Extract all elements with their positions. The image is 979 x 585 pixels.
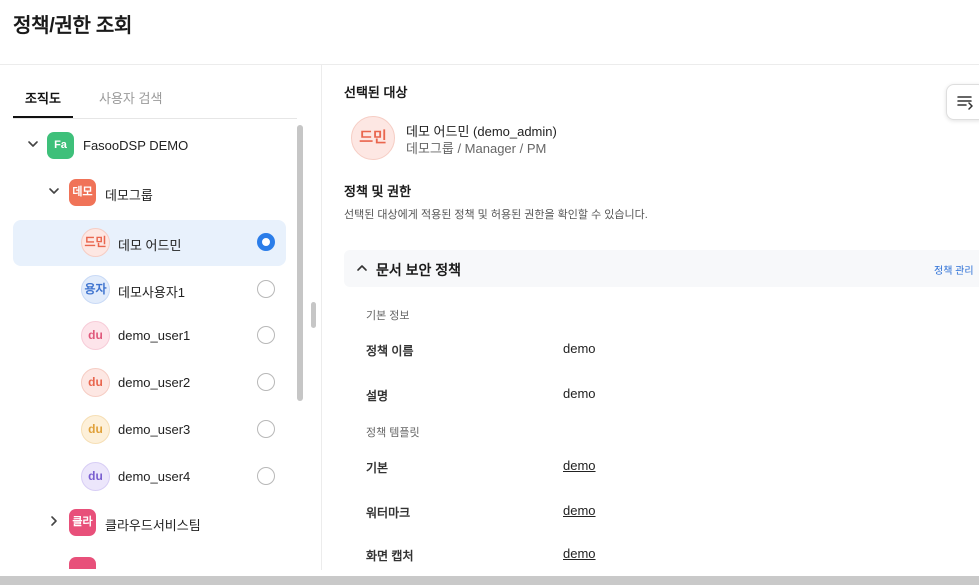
tree-label-user: demo_user2 [118,375,191,390]
chevron-up-icon[interactable] [356,262,368,274]
description-value: demo [563,386,596,401]
template-watermark-link[interactable]: demo [563,503,596,518]
tree-node-user[interactable]: du demo_user2 [13,360,286,406]
template-watermark-label: 워터마크 [366,506,411,520]
tree-label-user: demo_user3 [118,422,191,437]
basic-info-label: 기본 정보 [366,310,410,322]
detail-panel: 선택된 대상 드민 데모 어드민 (demo_admin) 데모그룹 / Man… [322,65,979,570]
chevron-down-icon[interactable] [27,138,39,150]
tree-scrollbar[interactable] [297,125,303,401]
policy-section-title: 정책 및 권한 [344,184,412,199]
select-radio[interactable] [257,326,275,344]
tree-label-user: 데모 어드민 [118,238,182,253]
bottom-scrollbar[interactable] [0,576,979,585]
tree-label-group: 클라우드서비스팀 [105,518,201,533]
tree-node-user[interactable]: du demo_user3 [13,407,286,453]
scrollbar-thumb[interactable] [297,125,303,401]
tree-node-user[interactable]: 용자 데모사용자1 [13,267,286,313]
toc-button[interactable] [946,84,979,120]
tree-label-root: FasooDSP DEMO [83,138,189,153]
template-basic-link[interactable]: demo [563,458,596,473]
avatar: du [81,462,110,491]
chevron-right-icon[interactable] [48,515,60,527]
org-badge-group: 데모 [69,179,96,206]
org-badge-partial [69,557,96,569]
select-radio[interactable] [257,280,275,298]
tree-label-user: 데모사용자1 [118,285,186,300]
template-capture-label: 화면 캡처 [366,549,414,563]
selected-avatar: 드민 [351,116,395,160]
org-badge-root: Fa [47,132,74,159]
chevron-down-icon[interactable] [48,185,60,197]
tab-user-search[interactable]: 사용자 검색 [99,88,162,118]
org-tree: Fa FasooDSP DEMO 데모 데모그룹 드민 데모 어드민 용자 데모… [13,123,288,569]
tab-org-chart[interactable]: 조직도 [13,88,73,118]
select-radio[interactable] [257,467,275,485]
avatar: du [81,415,110,444]
select-radio[interactable] [257,373,275,391]
tree-label-user: demo_user1 [118,328,191,343]
accordion-doc-security[interactable]: 문서 보안 정책 정책 관리 [344,250,979,287]
avatar: 용자 [81,275,110,304]
avatar: du [81,368,110,397]
tree-node-user[interactable]: du demo_user4 [13,454,286,500]
policy-name-value: demo [563,341,596,356]
policy-manage-link[interactable]: 정책 관리 [934,262,974,277]
panel-resize-handle[interactable] [311,302,316,328]
policy-description: 선택된 대상에게 적용된 정책 및 허용된 권한을 확인할 수 있습니다. [344,209,648,221]
policy-name-label: 정책 이름 [366,344,414,358]
selected-target-title: 선택된 대상 [344,85,408,100]
page-title: 정책/권한 조회 [13,15,133,37]
description-label: 설명 [366,389,389,403]
tree-node-group-collapsed[interactable]: 클라 클라우드서비스팀 [13,500,286,546]
tree-node-user[interactable]: du demo_user1 [13,313,286,359]
left-tabs: 조직도 사용자 검색 [13,82,297,119]
select-radio[interactable] [257,420,275,438]
tree-node-user[interactable]: 드민 데모 어드민 [13,220,286,266]
tree-label-group: 데모그룹 [105,188,153,203]
avatar: 드민 [81,228,110,257]
template-label: 정책 템플릿 [366,427,420,439]
avatar: du [81,321,110,350]
tree-node-root[interactable]: Fa FasooDSP DEMO [13,123,286,169]
tree-node-partial[interactable] [13,548,286,569]
tree-label-user: demo_user4 [118,469,191,484]
selected-path: 데모그룹 / Manager / PM [406,141,547,156]
org-badge-group: 클라 [69,509,96,536]
tree-node-group[interactable]: 데모 데모그룹 [13,170,286,216]
accordion-title: 문서 보안 정책 [376,262,462,278]
list-icon [957,96,973,110]
select-radio[interactable] [257,233,275,251]
template-basic-label: 기본 [366,461,389,475]
template-capture-link[interactable]: demo [563,546,596,561]
